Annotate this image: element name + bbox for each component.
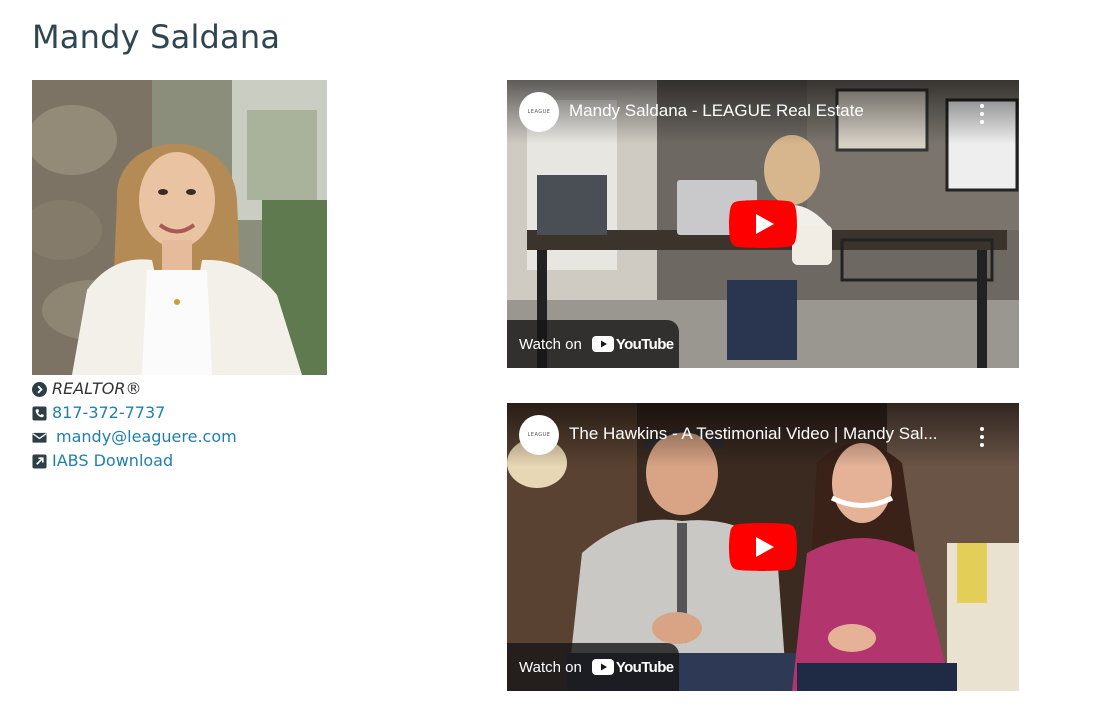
role-text: REALTOR® bbox=[52, 379, 142, 398]
email-row: mandy@leaguere.com bbox=[32, 425, 237, 449]
watch-on-youtube-button[interactable]: Watch on YouTube bbox=[507, 320, 679, 368]
phone-row: 817-372-7737 bbox=[32, 401, 237, 425]
page-title: Mandy Saldana bbox=[32, 18, 281, 56]
watch-on-youtube-button[interactable]: Watch on YouTube bbox=[507, 643, 679, 691]
channel-avatar[interactable]: LEAGUE bbox=[519, 92, 559, 132]
more-options-icon[interactable] bbox=[975, 427, 989, 447]
video-embed-1[interactable]: LEAGUE Mandy Saldana - LEAGUE Real Estat… bbox=[507, 80, 1019, 368]
envelope-icon bbox=[32, 430, 47, 445]
play-button-icon[interactable] bbox=[729, 523, 797, 571]
more-options-icon[interactable] bbox=[975, 104, 989, 124]
youtube-logo-icon bbox=[591, 659, 614, 675]
chevron-circle-right-icon bbox=[32, 381, 47, 397]
agent-photo-illustration bbox=[32, 80, 327, 375]
channel-avatar[interactable]: LEAGUE bbox=[519, 415, 559, 455]
email-link[interactable]: mandy@leaguere.com bbox=[56, 425, 237, 449]
phone-square-icon bbox=[32, 405, 47, 421]
iabs-row: IABS Download bbox=[32, 449, 237, 473]
video-embed-2[interactable]: LEAGUE The Hawkins - A Testimonial Video… bbox=[507, 403, 1019, 691]
contact-info: REALTOR® 817-372-7737 mandy@leaguere.com… bbox=[32, 377, 237, 473]
phone-link[interactable]: 817-372-7737 bbox=[52, 401, 165, 425]
external-link-square-icon bbox=[32, 453, 47, 469]
role-row: REALTOR® bbox=[32, 377, 237, 401]
iabs-download-link[interactable]: IABS Download bbox=[52, 449, 173, 473]
video-title[interactable]: Mandy Saldana - LEAGUE Real Estate bbox=[569, 101, 969, 121]
video-title[interactable]: The Hawkins - A Testimonial Video | Mand… bbox=[569, 424, 969, 444]
agent-photo bbox=[32, 80, 327, 375]
youtube-logo-icon bbox=[591, 336, 614, 352]
play-button-icon[interactable] bbox=[729, 200, 797, 248]
